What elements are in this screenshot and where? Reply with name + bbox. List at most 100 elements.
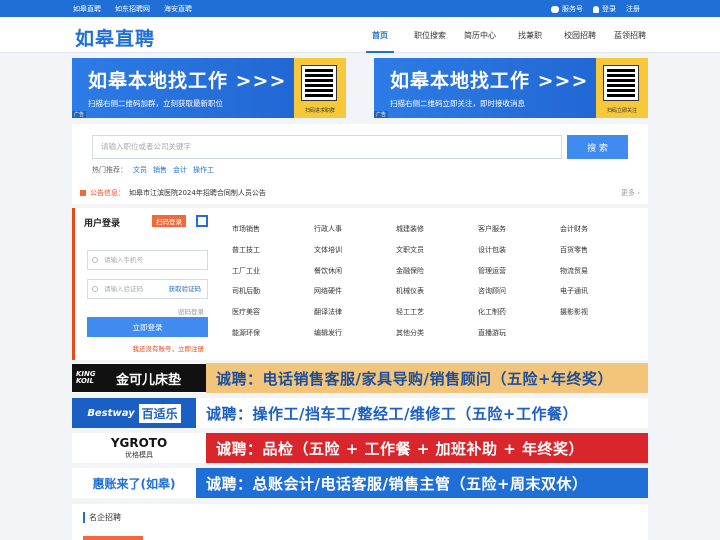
qr-caption: 扫码进求职群	[304, 108, 335, 114]
category-item[interactable]: 设计包装	[478, 243, 560, 257]
category-item[interactable]: 咨询顾问	[478, 284, 560, 298]
site-link-rudong[interactable]: 如东招聘网	[115, 4, 150, 14]
header: 如皋直聘 首页 职位搜索 简历中心 找兼职 校园招聘 蓝领招聘	[0, 17, 720, 53]
category-item[interactable]: 化工制药	[478, 305, 560, 319]
category-item[interactable]: 工厂工业	[232, 264, 314, 278]
password-login-link[interactable]: 密码登录	[178, 306, 204, 316]
banner-text: 诚聘：电话销售客服/家具导购/销售顾问（五险+年终奖）	[206, 363, 648, 393]
bestway-logo: Bestway 百适乐	[72, 398, 196, 428]
login-category-panel: 用户登录 扫码登录 请输入手机号 请输入验证码 获取验证码 密码登录 立即登录 …	[72, 208, 648, 360]
hot-keywords: 热门推荐： 文员 销售 会计 操作工	[92, 165, 214, 175]
ygroto-logo: YGROTO 优格模具	[72, 433, 206, 463]
kingkoil-logo: KING KOIL 金可儿床垫	[72, 363, 206, 393]
notice-label: 公告信息：	[90, 189, 125, 197]
notice-bar: 公告信息： 如皋市江滨医院2024年招聘合同制人员公告 更多 ›	[80, 188, 640, 198]
hot-keyword[interactable]: 销售	[153, 165, 167, 175]
lock-icon	[92, 286, 98, 292]
category-item[interactable]: 客户服务	[478, 222, 560, 236]
ad-banner-group[interactable]: 如皋本地找工作 >>> 扫描右侧二维码加群，立刻获取最新职位 扫码进求职群 广告	[72, 58, 346, 118]
code-field[interactable]: 请输入验证码 获取验证码	[87, 279, 208, 299]
category-item[interactable]: 机械仪表	[396, 284, 478, 298]
speaker-icon	[80, 190, 86, 196]
site-link-haian[interactable]: 海安直聘	[164, 4, 192, 14]
ad-tag: 广告	[374, 111, 389, 118]
banner-text: 诚聘：品检（五险 + 工作餐 + 加班补助 + 年终奖）	[206, 433, 648, 463]
job-banner-bestway[interactable]: Bestway 百适乐 诚聘：操作工/挡车工/整经工/维修工（五险+工作餐）	[72, 398, 648, 428]
hot-keyword[interactable]: 操作工	[193, 165, 214, 175]
ad-qr-panel: 扫码立即关注	[596, 58, 648, 118]
get-code-button[interactable]: 获取验证码	[169, 280, 202, 298]
qr-login-icon[interactable]	[196, 215, 208, 227]
ad-qr-panel: 扫码进求职群	[294, 58, 346, 118]
login-title: 用户登录	[84, 219, 121, 229]
phone-field[interactable]: 请输入手机号	[87, 250, 208, 270]
login-button[interactable]: 立即登录	[87, 317, 208, 337]
category-item[interactable]: 能源环保	[232, 326, 314, 340]
search-section: 请输入职位或者公司关键字 搜 索 热门推荐： 文员 销售 会计 操作工 公告信息…	[72, 124, 648, 204]
ad-title: 如皋本地找工作 >>>	[88, 70, 287, 92]
category-item[interactable]: 文体培训	[314, 243, 396, 257]
category-item[interactable]: 市场销售	[232, 222, 314, 236]
category-item[interactable]: 轻工工艺	[396, 305, 478, 319]
category-item[interactable]: 金融保险	[396, 264, 478, 278]
ad-title: 如皋本地找工作 >>>	[390, 70, 589, 92]
notice-link[interactable]: 如皋市江滨医院2024年招聘合同制人员公告	[129, 189, 266, 197]
hot-keyword[interactable]: 会计	[173, 165, 187, 175]
category-item[interactable]: 管理运营	[478, 264, 560, 278]
notice-more-link[interactable]: 更多 ›	[621, 188, 640, 198]
site-logo[interactable]: 如皋直聘	[75, 24, 155, 51]
banner-text: 诚聘：操作工/挡车工/整经工/维修工（五险+工作餐）	[196, 398, 648, 428]
scan-login-badge[interactable]: 扫码登录	[152, 215, 186, 227]
phone-icon	[92, 257, 98, 263]
login-box: 用户登录 扫码登录 请输入手机号 请输入验证码 获取验证码 密码登录 立即登录 …	[72, 208, 214, 360]
ad-subtitle: 扫描右侧二维码立即关注，即时接收消息	[390, 99, 525, 108]
service-account-link[interactable]: 服务号	[551, 4, 583, 14]
qr-code-icon	[603, 65, 639, 101]
category-item[interactable]: 行政人事	[314, 222, 396, 236]
search-button[interactable]: 搜 索	[567, 135, 628, 159]
top-bar-right: 服务号 登录 注册	[551, 4, 640, 14]
hot-keyword[interactable]: 文员	[133, 165, 147, 175]
search-input[interactable]: 请输入职位或者公司关键字	[92, 135, 562, 159]
category-item[interactable]: 摄影影视	[560, 305, 642, 319]
category-item[interactable]: 物流贸易	[560, 264, 642, 278]
site-link-rugao[interactable]: 如皋直聘	[73, 4, 101, 14]
category-item[interactable]: 直播游玩	[478, 326, 560, 340]
job-banner-ygroto[interactable]: YGROTO 优格模具 诚聘：品检（五险 + 工作餐 + 加班补助 + 年终奖）	[72, 433, 648, 463]
huizhang-logo: 惠账来了(如皋)	[72, 468, 196, 498]
job-banner-kingkoil[interactable]: KING KOIL 金可儿床垫 诚聘：电话销售客服/家具导购/销售顾问（五险+年…	[72, 363, 648, 393]
category-item[interactable]: 医疗美容	[232, 305, 314, 319]
site-links: 如皋直聘 如东招聘网 海安直聘	[73, 4, 192, 14]
ad-subtitle: 扫描右侧二维码加群，立刻获取最新职位	[88, 99, 223, 108]
banner-text: 诚聘：总账会计/电话客服/销售主管（五险+周末双休）	[196, 468, 648, 498]
category-item[interactable]: 编辑发行	[314, 326, 396, 340]
category-grid: 市场销售 行政人事 城建装修 客户服务 会计财务普工技工 文体培训 文职文员 设计包装 百货零售…	[232, 222, 642, 340]
job-banner-huizhang[interactable]: 惠账来了(如皋) 诚聘：总账会计/电话客服/销售主管（五险+周末双休）	[72, 468, 648, 498]
category-item[interactable]: 电子通讯	[560, 284, 642, 298]
section-tab[interactable]	[83, 536, 143, 540]
hot-label: 热门推荐：	[92, 166, 127, 174]
category-item[interactable]: 文职文员	[396, 243, 478, 257]
nav-home[interactable]: 首页	[362, 17, 398, 53]
nav-resume-center[interactable]: 简历中心	[462, 17, 498, 53]
qr-code-icon	[301, 65, 337, 101]
nav-job-search[interactable]: 职位搜索	[412, 17, 448, 53]
category-item[interactable]: 司机后勤	[232, 284, 314, 298]
category-item[interactable]: 翻译法律	[314, 305, 396, 319]
top-bar: 如皋直聘 如东招聘网 海安直聘 服务号 登录 注册	[0, 0, 720, 17]
register-prompt-link[interactable]: 我还没有账号，立即注册	[133, 343, 205, 353]
category-item[interactable]: 城建装修	[396, 222, 478, 236]
nav-part-time[interactable]: 找兼职	[512, 17, 548, 53]
register-link[interactable]: 注册	[626, 4, 640, 14]
nav-blue-collar[interactable]: 蓝领招聘	[612, 17, 648, 53]
category-item[interactable]: 会计财务	[560, 222, 642, 236]
ad-banner-follow[interactable]: 如皋本地找工作 >>> 扫描右侧二维码立即关注，即时接收消息 扫码立即关注 广告	[374, 58, 648, 118]
login-link[interactable]: 登录	[593, 4, 616, 14]
category-item[interactable]: 其他分类	[396, 326, 478, 340]
nav-campus[interactable]: 校园招聘	[562, 17, 598, 53]
category-item[interactable]: 网络硬件	[314, 284, 396, 298]
category-item[interactable]: 普工技工	[232, 243, 314, 257]
category-item[interactable]: 百货零售	[560, 243, 642, 257]
section-title: 名企招聘	[83, 512, 121, 523]
category-item[interactable]: 餐饮休闲	[314, 264, 396, 278]
